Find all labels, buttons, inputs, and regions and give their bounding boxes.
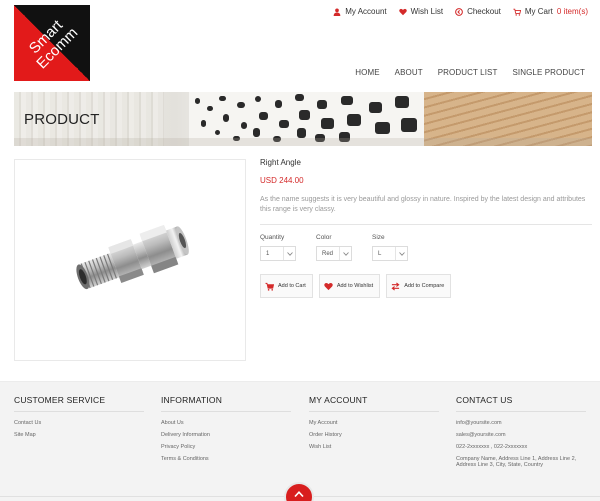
footer-my-account: MY ACCOUNT My Account Order History Wish…	[309, 395, 449, 456]
footer-information: INFORMATION About Us Delivery Informatio…	[161, 395, 301, 468]
cart-icon	[265, 282, 274, 291]
nav-home[interactable]: HOME	[355, 68, 379, 77]
footer-link-terms-conditions[interactable]: Terms & Conditions	[161, 456, 301, 462]
contact-email-info[interactable]: info@yoursite.com	[456, 420, 596, 426]
add-to-compare-button[interactable]: Add to Compare	[386, 274, 452, 298]
product-actions: Add to Cart Add to Wishlist Add to Compa…	[260, 274, 592, 298]
footer-link-contact-us[interactable]: Contact Us	[14, 420, 154, 426]
checkout-link[interactable]: Checkout	[455, 7, 501, 16]
add-to-cart-label: Add to Cart	[278, 283, 306, 289]
footer-link-privacy-policy[interactable]: Privacy Policy	[161, 444, 301, 450]
nav-single-product[interactable]: SINGLE PRODUCT	[512, 68, 585, 77]
color-select[interactable]: Red	[316, 246, 352, 261]
size-select[interactable]: L	[372, 246, 408, 261]
nav-product-list[interactable]: PRODUCT LIST	[438, 68, 498, 77]
divider	[260, 224, 592, 225]
user-icon	[333, 8, 341, 16]
my-cart-link[interactable]: My Cart 0 item(s)	[513, 7, 588, 16]
divider	[456, 411, 586, 412]
quantity-label: Quantity	[260, 234, 285, 241]
chevron-up-icon	[294, 491, 304, 497]
product-options: Quantity 1 Color Red Size L	[260, 234, 592, 261]
footer-link-delivery-information[interactable]: Delivery Information	[161, 432, 301, 438]
cart-count: 0 item(s)	[556, 7, 588, 16]
add-to-wishlist-label: Add to Wishlist	[336, 283, 374, 289]
footer-heading-my-account: MY ACCOUNT	[309, 395, 368, 405]
footer-link-about-us[interactable]: About Us	[161, 420, 301, 426]
site-logo[interactable]: Smart Ecomm	[14, 5, 90, 81]
page-title: PRODUCT	[24, 111, 100, 128]
heart-icon	[324, 282, 333, 290]
footer-link-order-history[interactable]: Order History	[309, 432, 449, 438]
my-cart-label: My Cart	[524, 7, 553, 16]
main-nav: HOME ABOUT PRODUCT LIST SINGLE PRODUCT	[355, 68, 585, 77]
quantity-select[interactable]: 1	[260, 246, 296, 261]
wish-list-label: Wish List	[410, 7, 444, 16]
product-description: As the name suggests it is very beautifu…	[260, 196, 586, 213]
chevron-down-icon	[339, 247, 351, 260]
compare-arrows-icon	[391, 281, 400, 291]
checkout-arrow-icon	[455, 7, 463, 16]
color-value: Red	[322, 250, 334, 257]
product-info: Right Angle USD 244.00 As the name sugge…	[260, 158, 592, 298]
add-to-wishlist-button[interactable]: Add to Wishlist	[318, 274, 381, 298]
footer-link-my-account[interactable]: My Account	[309, 420, 449, 426]
top-links: My Account Wish List Checkout My Cart 0 …	[333, 7, 588, 16]
size-label: Size	[372, 234, 385, 241]
contact-email-sales[interactable]: sales@yoursite.com	[456, 432, 596, 438]
chevron-down-icon	[395, 247, 407, 260]
wish-list-link[interactable]: Wish List	[398, 7, 444, 16]
color-option: Color Red	[316, 234, 352, 261]
page-banner: PRODUCT	[14, 92, 592, 146]
heart-icon	[398, 8, 407, 15]
banner-floor	[14, 138, 592, 146]
footer-link-site-map[interactable]: Site Map	[14, 432, 154, 438]
my-account-label: My Account	[345, 7, 387, 16]
logo-text: Smart Ecomm	[23, 14, 81, 72]
divider	[161, 411, 291, 412]
add-to-cart-button[interactable]: Add to Cart	[260, 274, 313, 298]
quantity-value: 1	[266, 250, 270, 257]
size-option: Size L	[372, 234, 408, 261]
chevron-down-icon	[283, 247, 295, 260]
footer-heading-contact-us: CONTACT US	[456, 395, 513, 405]
product-price: USD 244.00	[260, 176, 304, 185]
add-to-compare-label: Add to Compare	[404, 283, 445, 289]
scroll-to-top-button[interactable]	[284, 482, 314, 501]
size-value: L	[378, 250, 382, 257]
pipe-fitting-image	[76, 224, 189, 290]
nav-about[interactable]: ABOUT	[395, 68, 423, 77]
product-name: Right Angle	[260, 158, 301, 167]
contact-address: Company Name, Address Line 1, Address Li…	[456, 456, 577, 468]
checkout-label: Checkout	[467, 7, 501, 16]
site-footer: CUSTOMER SERVICE Contact Us Site Map INF…	[0, 381, 600, 501]
cart-icon	[513, 8, 521, 16]
product-image[interactable]	[14, 159, 246, 361]
footer-customer-service: CUSTOMER SERVICE Contact Us Site Map	[14, 395, 154, 444]
footer-link-wish-list[interactable]: Wish List	[309, 444, 449, 450]
footer-heading-information: INFORMATION	[161, 395, 223, 405]
quantity-option: Quantity 1	[260, 234, 296, 261]
divider	[309, 411, 439, 412]
divider	[14, 411, 144, 412]
color-label: Color	[316, 234, 332, 241]
my-account-link[interactable]: My Account	[333, 7, 387, 16]
footer-contact-us: CONTACT US info@yoursite.com sales@yours…	[456, 395, 596, 474]
contact-phones: 022-2xxxxxxx , 022-2xxxxxxx	[456, 444, 528, 450]
footer-heading-customer-service: CUSTOMER SERVICE	[14, 395, 106, 405]
